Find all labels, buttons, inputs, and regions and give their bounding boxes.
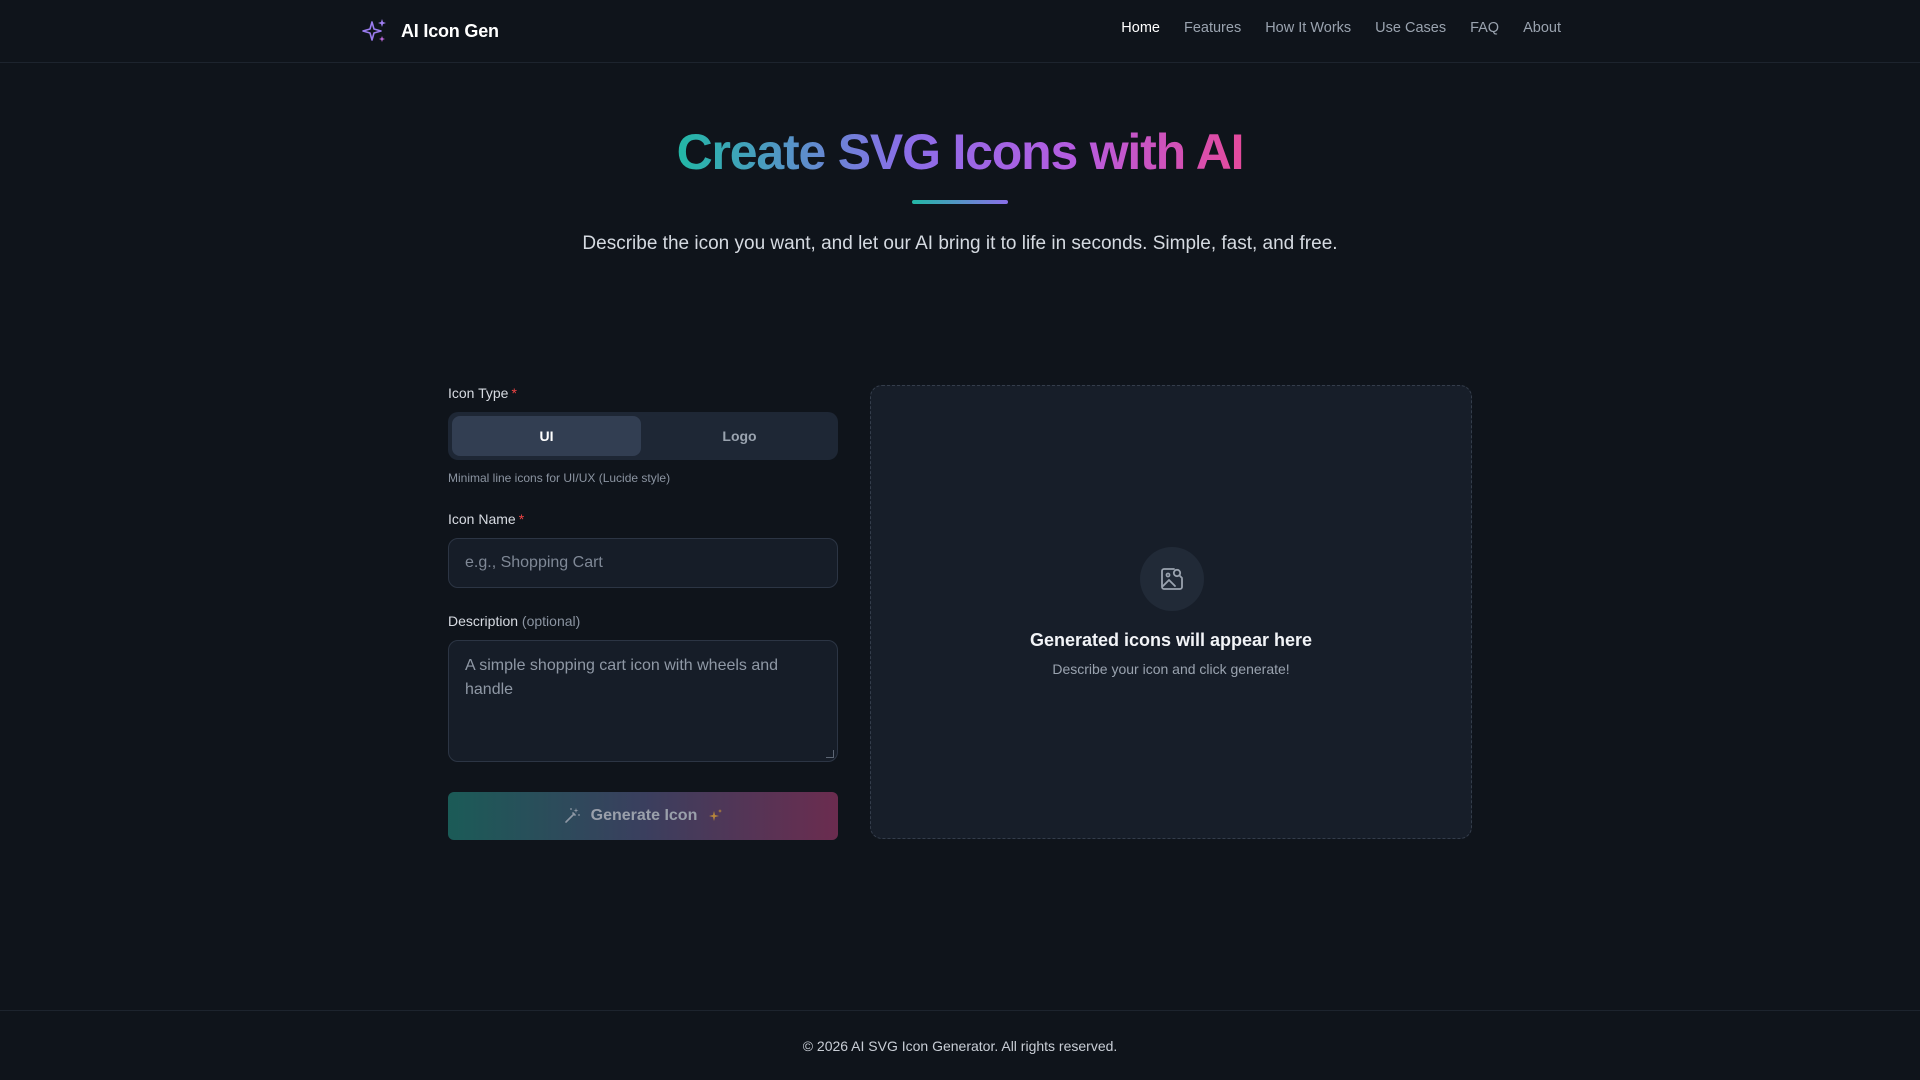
description-label: Description (optional): [448, 612, 838, 630]
sparkles-icon: [361, 17, 389, 45]
icon-name-label: Icon Name *: [448, 510, 838, 528]
type-ui-button[interactable]: UI: [452, 416, 641, 456]
hero-underline: [912, 200, 1008, 204]
main-nav: Home Features How It Works Use Cases FAQ…: [1121, 20, 1561, 36]
description-textarea[interactable]: A simple shopping cart icon with wheels …: [448, 640, 838, 762]
hero-subtitle: Describe the icon you want, and let our …: [582, 233, 1338, 254]
generate-icon-label: Generate Icon: [590, 807, 698, 824]
description-placeholder: A simple shopping cart icon with wheels …: [465, 657, 779, 698]
site-footer: © 2026 AI SVG Icon Generator. All rights…: [0, 1010, 1920, 1080]
nav-use-cases[interactable]: Use Cases: [1375, 20, 1446, 36]
description-label-text: Description: [448, 613, 519, 629]
nav-how-it-works[interactable]: How It Works: [1265, 20, 1351, 36]
nav-home[interactable]: Home: [1121, 20, 1160, 36]
wand-icon: [563, 807, 581, 825]
hero-title-text: Create SVG Icons with AI: [676, 124, 1245, 180]
icon-type-hint: Minimal line icons for UI/UX (Lucide sty…: [448, 471, 671, 485]
page: AI Icon Gen Home Features How It Works U…: [0, 0, 1920, 1080]
description-optional: (optional): [521, 613, 581, 629]
icon-name-input[interactable]: e.g., Shopping Cart: [448, 538, 838, 588]
brand-link[interactable]: AI Icon Gen: [361, 15, 499, 47]
site-header: AI Icon Gen Home Features How It Works U…: [0, 0, 1920, 63]
icon-name-placeholder: e.g., Shopping Cart: [465, 554, 603, 571]
type-logo-button[interactable]: Logo: [645, 416, 834, 456]
icon-type-label-text: Icon Type: [448, 385, 509, 401]
icon-form: Icon Type * UI Logo Minimal line icons fo…: [448, 384, 838, 840]
copyright-text: © 2026 AI SVG Icon Generator. All rights…: [802, 1037, 1118, 1054]
icon-type-label: Icon Type *: [448, 384, 838, 402]
image-search-icon: [1140, 547, 1204, 611]
generate-icon-button[interactable]: Generate Icon: [448, 792, 838, 840]
required-mark: *: [511, 385, 517, 401]
brand-name: AI Icon Gen: [401, 20, 499, 41]
preview-title: Generated icons will appear here: [1029, 630, 1313, 650]
preview-panel: Generated icons will appear here Describ…: [870, 385, 1472, 839]
icon-name-label-text: Icon Name: [448, 511, 516, 527]
nav-features[interactable]: Features: [1184, 20, 1241, 36]
hero-title: Create SVG Icons with AI: [0, 120, 1920, 184]
required-mark: *: [518, 511, 525, 527]
icon-type-toggle: UI Logo: [448, 412, 838, 460]
nav-about[interactable]: About: [1523, 20, 1561, 36]
preview-subtitle: Describe your icon and click generate!: [1052, 661, 1290, 677]
nav-faq[interactable]: FAQ: [1470, 20, 1499, 36]
resize-handle[interactable]: [826, 750, 834, 758]
sparkle-icon: [707, 808, 723, 824]
